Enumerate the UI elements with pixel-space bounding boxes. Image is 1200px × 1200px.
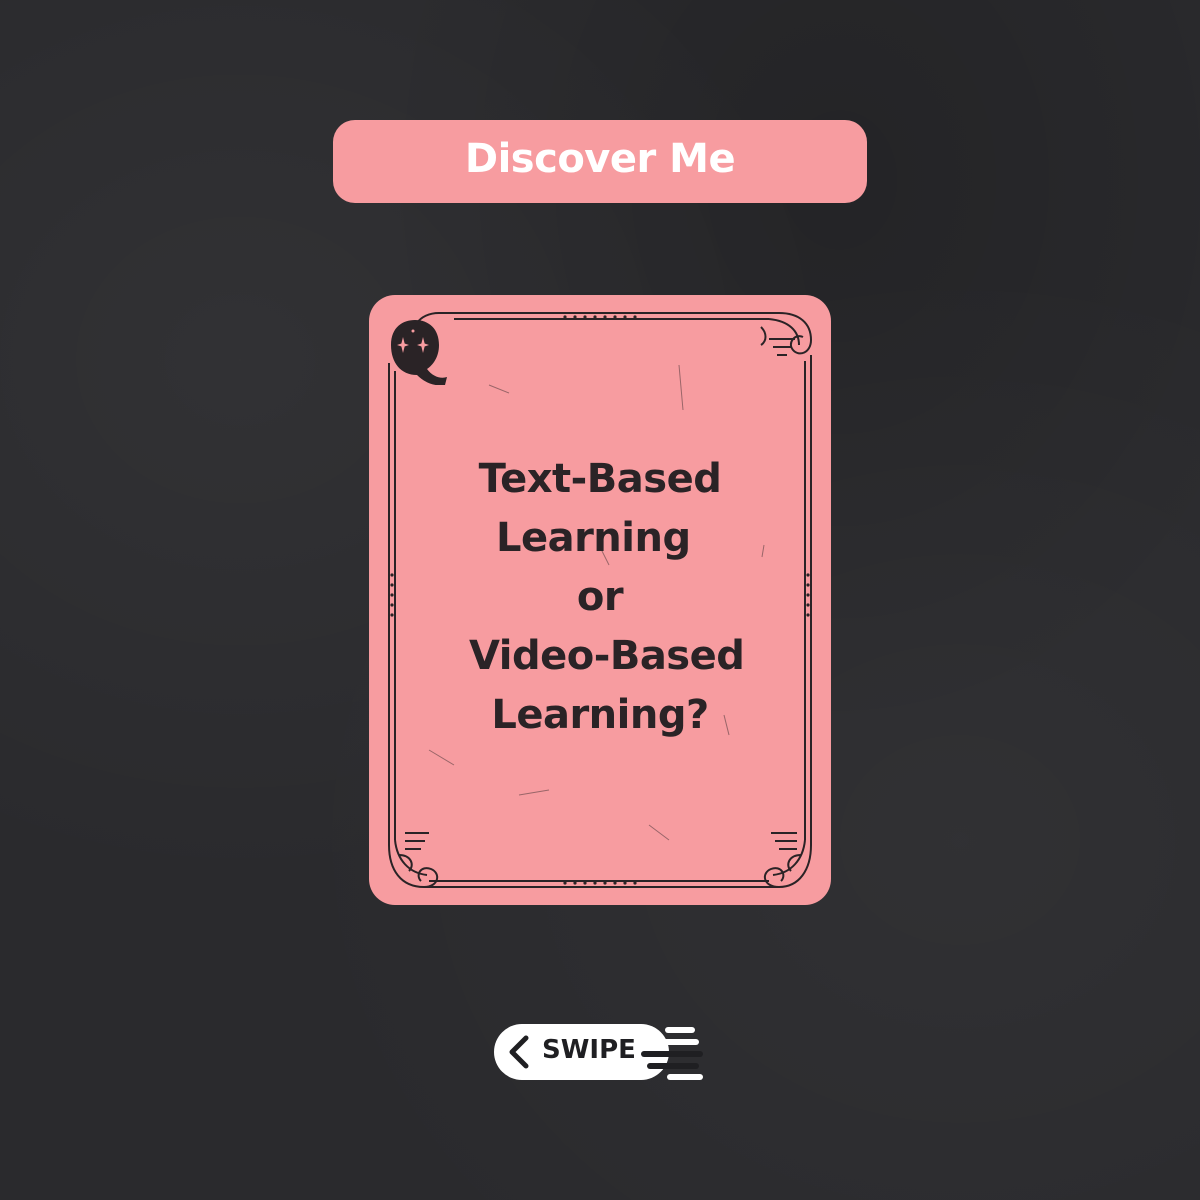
question-line-4: Video-Based — [455, 633, 745, 679]
motion-lines-icon — [641, 1027, 703, 1080]
swipe-button[interactable]: SWIPE — [494, 1022, 706, 1082]
title-banner: Discover Me — [333, 120, 867, 203]
page-title: Discover Me — [464, 135, 736, 182]
question-line-5: Learning? — [491, 692, 709, 738]
q-letter-icon — [391, 320, 447, 385]
question-line-2: Learning — [495, 515, 705, 561]
question-line-3: or — [576, 574, 624, 620]
question-line-1: Text-Based — [478, 456, 722, 502]
swipe-label: SWIPE — [542, 1035, 636, 1065]
question-card: Text-Based Learning or Video-Based Learn… — [369, 295, 831, 905]
question-text: Text-Based Learning or Video-Based Learn… — [369, 450, 831, 745]
chevron-left-icon — [509, 1035, 529, 1069]
